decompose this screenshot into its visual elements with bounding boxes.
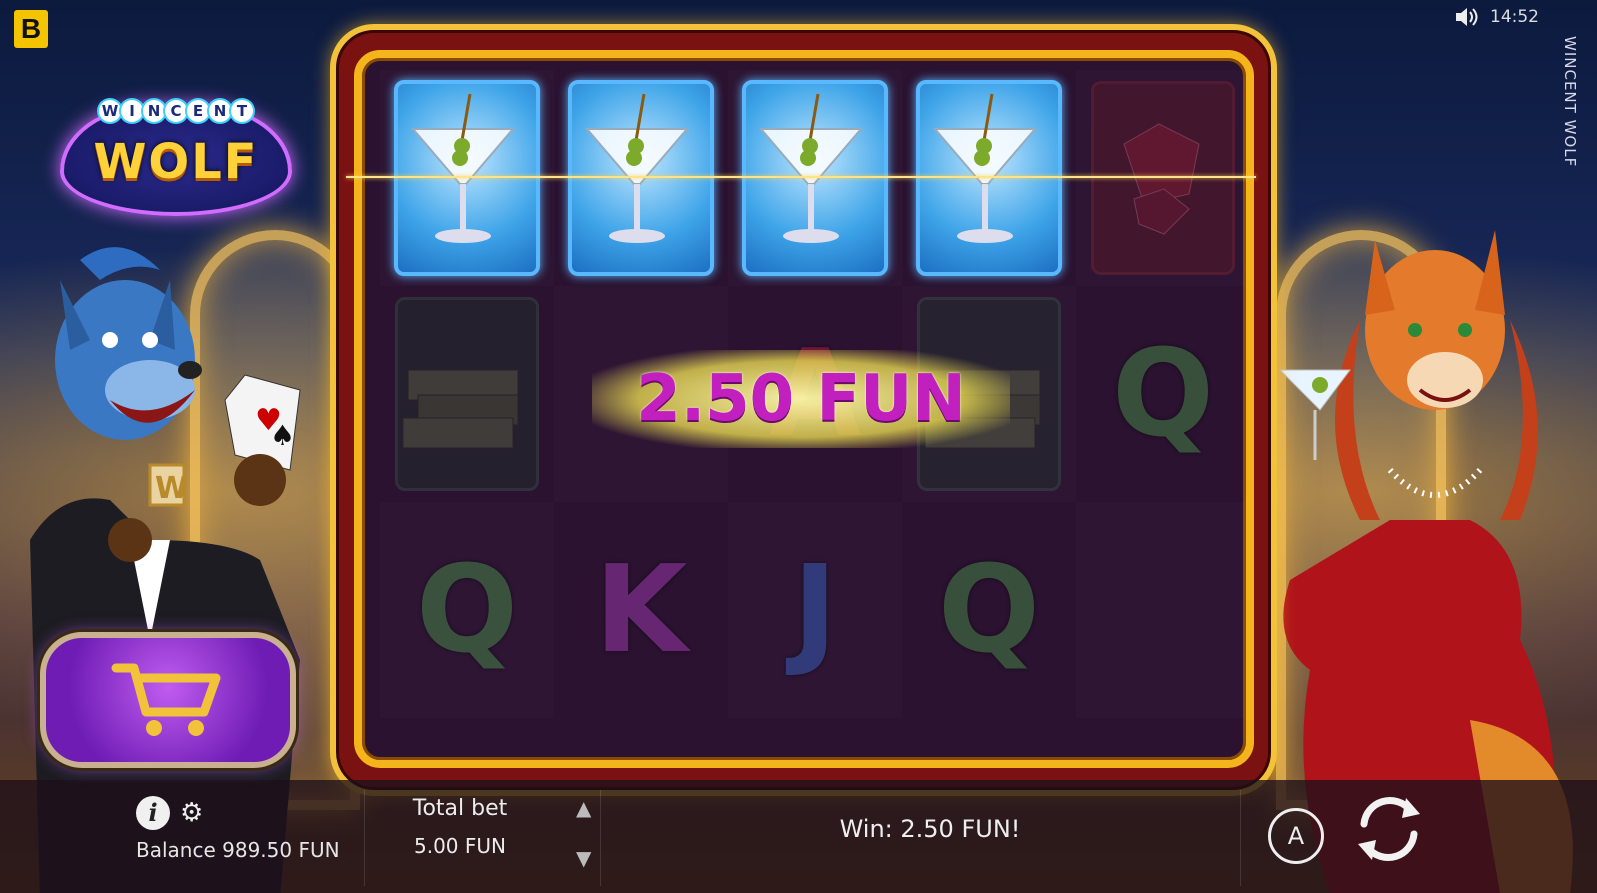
win-banner: 2.50 FUN: [592, 350, 1010, 448]
total-bet-label: Total bet: [412, 796, 508, 821]
bet-decrease-button[interactable]: ▼: [576, 846, 591, 870]
reel-cell: Q: [902, 502, 1076, 718]
win-banner-text: 2.50 FUN: [636, 362, 966, 436]
reel-cell: [1076, 502, 1246, 718]
clock: 14:52: [1490, 7, 1539, 27]
reel-cell: Q: [380, 502, 554, 718]
symbol-letter-q: Q: [937, 540, 1040, 680]
game-title-vertical: WINCENT WOLF: [1561, 36, 1579, 168]
gear-icon[interactable]: ⚙: [180, 800, 203, 826]
reel-cell: [554, 70, 728, 286]
balance-display: Balance 989.50 FUN: [136, 838, 340, 862]
logo-top-letters: WINCENT: [60, 100, 292, 122]
total-bet-value: 5.00 FUN: [414, 834, 506, 858]
svg-text:W: W: [155, 471, 188, 506]
reel-cell: J: [728, 502, 902, 718]
reel-cell: [380, 70, 554, 286]
symbol-letter-q: Q: [1111, 324, 1214, 464]
win-line: [346, 176, 1256, 178]
bet-increase-button[interactable]: ▲: [576, 796, 591, 820]
reel-cell: [728, 70, 902, 286]
info-button[interactable]: i: [136, 796, 170, 830]
reel-cell: K: [554, 502, 728, 718]
shopping-cart-icon: [111, 663, 221, 736]
status-bar: 14:52: [1454, 6, 1539, 28]
martini-symbol: [742, 80, 888, 276]
money-symbol: [395, 297, 539, 491]
logo-main-text: WOLF: [93, 134, 259, 190]
reel-cell: [1076, 70, 1246, 286]
autoplay-label: A: [1287, 822, 1305, 850]
speaker-icon[interactable]: [1454, 6, 1480, 28]
martini-symbol: [916, 80, 1062, 276]
reel-cell: Q: [1076, 286, 1246, 502]
autoplay-button[interactable]: A: [1268, 808, 1324, 864]
symbol-letter-k: K: [594, 540, 688, 680]
brand-badge[interactable]: B: [14, 10, 48, 48]
martini-symbol: [394, 80, 540, 276]
reel-cell: [380, 286, 554, 502]
game-logo: WINCENT WOLF: [60, 94, 292, 216]
reel-cell: [902, 70, 1076, 286]
svg-text:♠: ♠: [270, 419, 295, 452]
symbol-letter-j: J: [792, 540, 838, 680]
spin-button[interactable]: [1350, 790, 1428, 868]
divider: [600, 790, 601, 886]
gem-symbol: [1091, 81, 1235, 275]
win-amount: Win: 2.50 FUN!: [839, 815, 1021, 843]
divider: [1240, 790, 1241, 886]
buy-feature-button[interactable]: [40, 632, 296, 768]
symbol-letter-q: Q: [415, 540, 518, 680]
martini-symbol: [568, 80, 714, 276]
divider: [364, 790, 365, 886]
